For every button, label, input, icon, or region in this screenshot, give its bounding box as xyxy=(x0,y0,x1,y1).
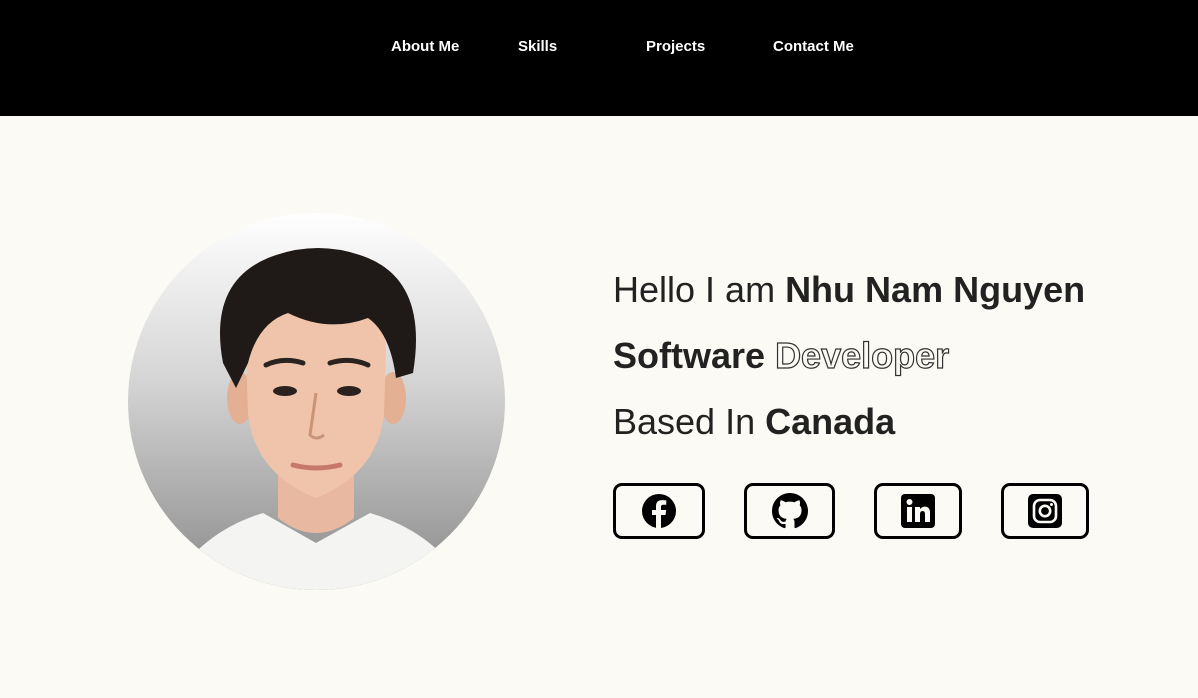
role-line: Software Developer xyxy=(613,334,950,378)
greeting-line: Hello I am Nhu Nam Nguyen xyxy=(613,268,1085,312)
location-prefix: Based In xyxy=(613,401,766,442)
nav-about-me[interactable]: About Me xyxy=(391,38,459,55)
github-button[interactable] xyxy=(744,483,835,539)
location-line: Based In Canada xyxy=(613,400,895,444)
github-icon xyxy=(771,493,808,529)
facebook-button[interactable] xyxy=(613,483,705,539)
location-name: Canada xyxy=(765,401,896,442)
facebook-icon xyxy=(642,494,676,529)
nav-skills[interactable]: Skills xyxy=(518,38,557,55)
role-bold: Software xyxy=(613,335,766,376)
profile-portrait-illustration xyxy=(168,248,468,590)
nav-contact-me[interactable]: Contact Me xyxy=(773,38,854,55)
developer-name: Nhu Nam Nguyen xyxy=(785,269,1086,310)
role-outline: Developer xyxy=(774,334,950,376)
greeting-prefix: Hello I am xyxy=(613,269,786,310)
top-navigation-bar: About Me Skills Projects Contact Me xyxy=(0,0,1198,116)
instagram-icon xyxy=(1028,494,1062,528)
instagram-button[interactable] xyxy=(1001,483,1089,539)
hero-section: Hello I am Nhu Nam Nguyen Software Devel… xyxy=(0,116,1198,698)
nav-projects[interactable]: Projects xyxy=(646,38,705,55)
linkedin-icon xyxy=(901,494,935,528)
profile-photo xyxy=(128,213,505,590)
linkedin-button[interactable] xyxy=(874,483,962,539)
